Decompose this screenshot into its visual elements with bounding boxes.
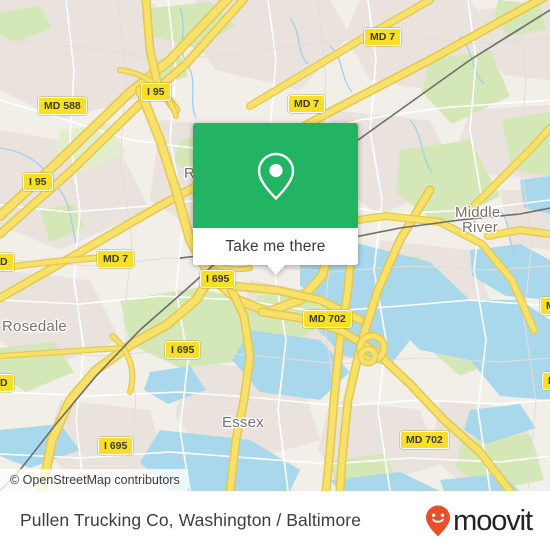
moovit-pin-icon <box>426 505 451 536</box>
shield-edge-right-low: M <box>542 372 550 390</box>
shield-md-7-upper: MD 7 <box>288 95 326 113</box>
shield-edge-right: M <box>540 297 550 315</box>
shield-md-7-top: MD 7 <box>364 28 402 46</box>
shield-md-588: MD 588 <box>38 97 87 115</box>
place-label-middle-river-line2: River <box>462 219 499 236</box>
shield-i-695-bottom: I 695 <box>98 437 134 455</box>
shield-edge-left-mid: D <box>0 253 14 271</box>
destination-callout-card[interactable]: Take me there <box>193 123 358 275</box>
shield-i-95-top: I 95 <box>141 83 171 101</box>
shield-md-702-bottom: MD 702 <box>400 431 449 449</box>
map-screenshot: .land { fill:#f2efe9; } .resid { fill:#e… <box>0 0 550 550</box>
moovit-logo[interactable]: moovit <box>424 504 533 538</box>
moovit-wordmark: moovit <box>453 504 533 537</box>
location-title: Pullen Trucking Co, Washington / Baltimo… <box>20 510 362 530</box>
osm-attribution[interactable]: © OpenStreetMap contributors <box>0 469 188 491</box>
osm-attribution-text: © OpenStreetMap contributors <box>10 473 180 487</box>
shield-i-695-center: I 695 <box>200 270 236 288</box>
shield-md-7-left: MD 7 <box>97 250 135 268</box>
place-label-rosedale: Rosedale <box>2 318 67 335</box>
footer-bar: Pullen Trucking Co, Washington / Baltimo… <box>0 491 550 550</box>
map-canvas[interactable]: .land { fill:#f2efe9; } .resid { fill:#e… <box>0 0 550 491</box>
callout-action-area[interactable]: Take me there <box>193 228 358 275</box>
shield-md-702-upper: MD 702 <box>303 310 352 328</box>
shield-i-695-left: I 695 <box>165 341 201 359</box>
map-pin-icon <box>257 152 294 200</box>
shield-edge-left-low: D <box>0 374 14 392</box>
callout-pointer-tail <box>265 264 286 275</box>
shield-i-95-left: I 95 <box>23 173 53 191</box>
take-me-there-label: Take me there <box>225 237 326 255</box>
callout-image-area <box>193 123 358 228</box>
place-label-essex: Essex <box>222 414 264 431</box>
